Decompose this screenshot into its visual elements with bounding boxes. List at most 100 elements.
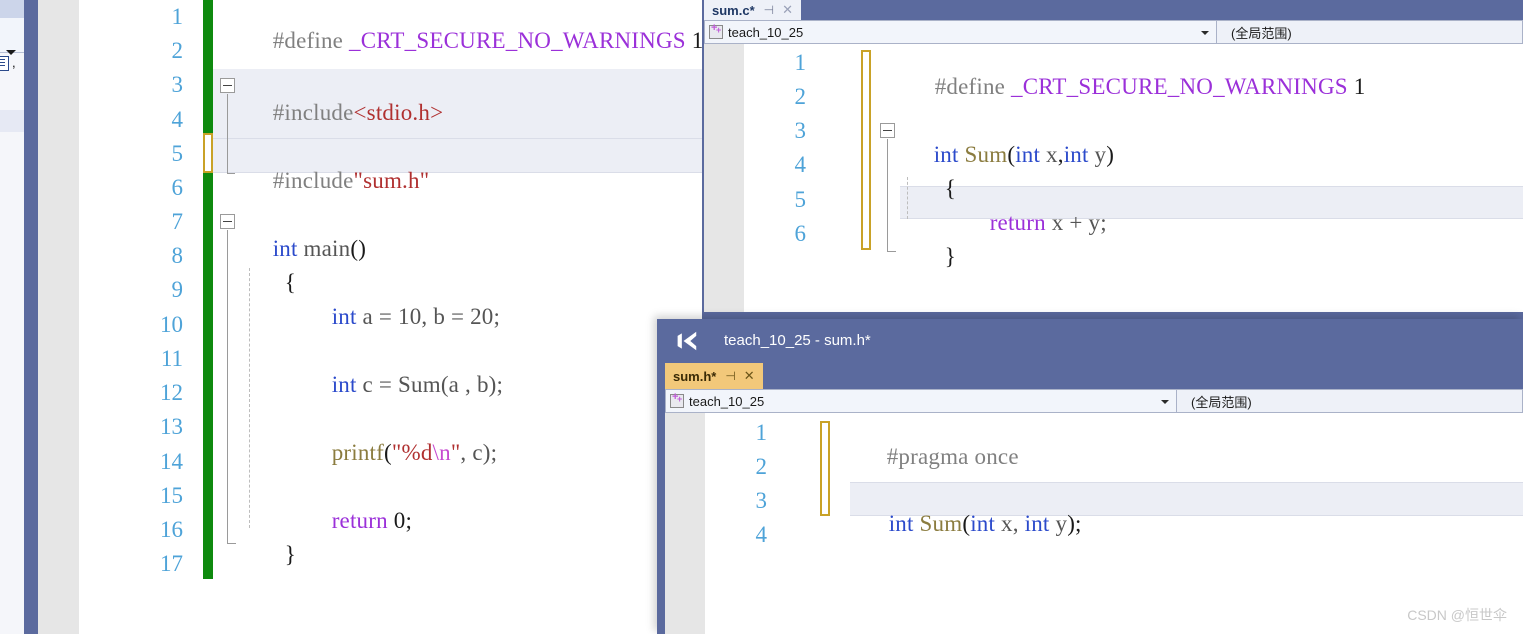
code-line-11: int c = Sum(a , b);	[296, 346, 503, 424]
code-line-9: int a = 10, b = 20;	[296, 278, 500, 356]
token-function-sum: Sum	[913, 511, 963, 536]
token-paren-close: );	[1067, 511, 1082, 536]
sliver-selection-band	[0, 110, 24, 132]
token-param-y: y	[1088, 142, 1107, 167]
token-keyword-int: int	[331, 372, 357, 397]
scope-combo-value: (全局范围)	[1231, 25, 1292, 41]
line-number: 13	[160, 414, 183, 439]
fold-guide	[887, 139, 888, 252]
code-line-6: }	[909, 218, 956, 296]
line-number: 7	[171, 209, 184, 234]
line-number: 4	[171, 107, 184, 132]
token-function-main: main	[297, 236, 351, 261]
code-line-4: {	[909, 150, 956, 228]
code-line-1: #define _CRT_SECURE_NO_WARNINGS 1	[237, 2, 704, 80]
token-paren-close: )	[1106, 142, 1115, 167]
project-scope-combo[interactable]: teach_10_25	[665, 389, 1177, 413]
code-line-13: printf("%d\n", c);	[296, 414, 497, 492]
token-call-printf: printf	[331, 440, 385, 465]
token-define: #define	[934, 74, 1012, 99]
token-pragma: #pragma once	[886, 444, 1019, 469]
main-editor-window: 1 2 3 4 5 6 7 8 9 10 11 12 13 14 15 16 1…	[24, 0, 780, 634]
line-number: 4	[794, 152, 807, 177]
token-paren-open: (	[384, 440, 392, 465]
chevron-down-icon[interactable]	[1201, 31, 1209, 35]
line-number: 2	[171, 38, 184, 63]
line-number: 12	[160, 380, 183, 405]
sumh-editor-surface[interactable]: 1 2 3 4 #pragma once int Sum(int x, int …	[665, 413, 1523, 634]
token-string: "%d	[391, 440, 433, 465]
pin-icon[interactable]: ⊣	[764, 3, 774, 17]
sumh-navigation-bar: teach_10_25 (全局范围)	[665, 389, 1523, 413]
code-line-15: return 0;	[296, 482, 412, 560]
line-number: 16	[160, 517, 183, 542]
code-line-3: int Sum(int x, int y);	[853, 485, 1082, 563]
token-define: #define	[272, 28, 350, 53]
fold-guide	[227, 94, 228, 174]
tab-label: sum.c*	[712, 2, 755, 18]
tab-sum-h[interactable]: sum.h* ⊣ ✕	[665, 363, 763, 389]
line-number: 11	[160, 346, 183, 371]
sumc-tabstrip: sum.c* ⊣ ✕	[702, 0, 1523, 20]
token-escape: \n	[432, 440, 451, 465]
visual-studio-logo-icon	[677, 331, 697, 351]
sumc-editor-surface[interactable]: 1 2 3 4 5 6 #define _CRT_SECURE_NO_WARNI…	[704, 44, 1523, 312]
token-keyword-int: int	[331, 304, 357, 329]
token-expression: x + y;	[1045, 210, 1107, 235]
token-keyword-int: int	[888, 511, 914, 536]
line-number: 8	[171, 243, 184, 268]
main-editor-surface[interactable]: 1 2 3 4 5 6 7 8 9 10 11 12 13 14 15 16 1…	[79, 0, 780, 634]
sumh-window-title: teach_10_25 - sum.h*	[724, 332, 871, 349]
token-keyword-int: int	[1015, 142, 1041, 167]
sumh-floating-window[interactable]: teach_10_25 - sum.h* sum.h* ⊣ ✕ teach_10…	[657, 319, 1523, 634]
line-number: 1	[755, 420, 768, 445]
line-number: 10	[160, 312, 183, 337]
line-number: 3	[794, 118, 807, 143]
line-number: 15	[160, 483, 183, 508]
sliver-combo-stub[interactable]	[0, 18, 25, 55]
line-number: 2	[794, 84, 807, 109]
fold-toggle-main[interactable]	[220, 214, 235, 229]
line-number: 6	[794, 221, 807, 246]
line-number: 4	[755, 522, 768, 547]
sliver-comma-text: ,	[12, 55, 16, 70]
fold-toggle-sum[interactable]	[880, 123, 895, 138]
line-number: 9	[171, 277, 184, 302]
list-icon	[0, 56, 9, 71]
token-keyword-int: int	[1063, 142, 1089, 167]
fold-guide-foot	[227, 543, 236, 544]
close-icon[interactable]: ✕	[782, 2, 793, 18]
token-param-x: x,	[995, 511, 1019, 536]
token-keyword-int: int	[1018, 511, 1050, 536]
member-scope-combo[interactable]: (全局范围)	[1217, 20, 1523, 44]
sliver-glyph-row: ,	[0, 55, 24, 76]
project-icon	[709, 22, 723, 39]
token-param-x: x	[1040, 142, 1058, 167]
project-scope-combo[interactable]: teach_10_25	[704, 20, 1217, 44]
window-left-divider	[24, 0, 38, 634]
line-number: 3	[755, 488, 768, 513]
close-icon[interactable]: ✕	[744, 368, 755, 384]
tab-sum-c[interactable]: sum.c* ⊣ ✕	[704, 0, 801, 20]
line-number: 2	[755, 454, 768, 479]
fold-guide-foot	[887, 251, 896, 252]
member-scope-combo[interactable]: (全局范围)	[1177, 389, 1523, 413]
token-paren-open: (	[1007, 142, 1016, 167]
sumh-title-bar[interactable]: teach_10_25 - sum.h*	[657, 319, 1523, 363]
token-call-sum: Sum	[398, 372, 441, 397]
fold-guide-foot	[227, 173, 235, 174]
token-keyword-int: int	[970, 511, 996, 536]
pin-icon[interactable]: ⊣	[725, 369, 735, 383]
token-number: 1	[685, 28, 704, 53]
code-line-1: #define _CRT_SECURE_NO_WARNINGS 1	[899, 48, 1366, 126]
chevron-down-icon[interactable]	[1161, 400, 1169, 404]
change-bar-unsaved	[861, 50, 871, 250]
token-macro: _CRT_SECURE_NO_WARNINGS	[349, 28, 686, 53]
token-brace-close: }	[284, 542, 296, 567]
token-function-sum: Sum	[958, 142, 1008, 167]
editor-outer-margin	[38, 0, 79, 634]
line-number: 3	[171, 72, 184, 97]
fold-toggle-include[interactable]	[220, 78, 235, 93]
token-string-close: "	[450, 440, 461, 465]
change-bar-saved	[203, 0, 213, 133]
